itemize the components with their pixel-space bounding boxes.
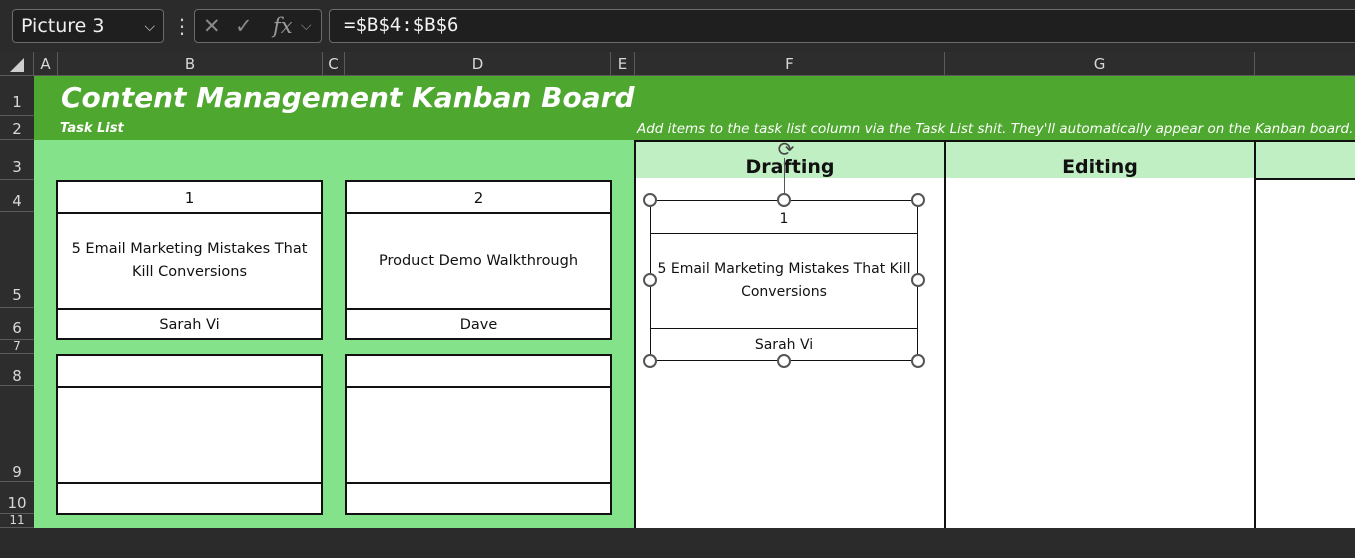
- board-column-editing-header: Editing: [944, 140, 1256, 180]
- task-owner: [58, 484, 321, 514]
- column-header-c[interactable]: C: [323, 52, 345, 76]
- selected-picture[interactable]: 1 5 Email Marketing Mistakes That Kill C…: [650, 200, 918, 361]
- cancel-icon[interactable]: ✕: [203, 14, 221, 38]
- more-options-icon[interactable]: ⋮: [172, 12, 192, 40]
- row-header-7[interactable]: 7: [0, 340, 34, 354]
- insert-function-icon[interactable]: fx: [273, 14, 293, 38]
- task-owner: Dave: [459, 317, 498, 333]
- column-header-e[interactable]: E: [611, 52, 635, 76]
- enter-icon[interactable]: ✓: [235, 14, 253, 38]
- resize-handle-top-left[interactable]: [643, 193, 657, 207]
- formula-controls: ✕ ✓ fx ⌵: [194, 9, 322, 43]
- resize-handle-left[interactable]: [643, 273, 657, 287]
- task-title: Product Demo Walkthrough: [347, 214, 610, 310]
- sheet-title: Content Management Kanban Board: [61, 81, 635, 114]
- row-header-8[interactable]: 8: [0, 354, 34, 386]
- row-header-5[interactable]: 5: [0, 212, 34, 308]
- board-column-next-header: [1254, 140, 1355, 180]
- instructions-note: Add items to the task list column via th…: [637, 121, 1354, 137]
- chevron-down-icon[interactable]: ⌵: [301, 18, 312, 34]
- column-header-d[interactable]: D: [345, 52, 611, 76]
- task-list-label: Task List: [60, 121, 124, 136]
- column-header-b[interactable]: B: [58, 52, 323, 76]
- task-card[interactable]: [56, 354, 323, 515]
- column-header-a[interactable]: A: [34, 52, 58, 76]
- task-card[interactable]: [345, 354, 612, 515]
- select-all-button[interactable]: [0, 52, 34, 76]
- row-header-6[interactable]: 6: [0, 308, 34, 340]
- column-header-g[interactable]: G: [945, 52, 1255, 76]
- resize-handle-bottom[interactable]: [777, 354, 791, 368]
- task-number: 2: [347, 182, 610, 214]
- column-header-h[interactable]: [1255, 52, 1355, 76]
- task-title: 5 Email Marketing Mistakes That Kill Con…: [58, 214, 321, 310]
- task-number: [347, 356, 610, 388]
- task-card[interactable]: 1 5 Email Marketing Mistakes That Kill C…: [56, 180, 323, 340]
- row-header-9[interactable]: 9: [0, 386, 34, 482]
- task-number: [58, 356, 321, 388]
- resize-handle-top[interactable]: [777, 193, 791, 207]
- row-header-10[interactable]: 10: [0, 482, 34, 514]
- formula-input[interactable]: =$B$4:$B$6: [329, 9, 1355, 43]
- task-owner: [347, 484, 610, 514]
- row-header-11[interactable]: 11: [0, 514, 34, 528]
- task-card[interactable]: 2 Product Demo Walkthrough Dave: [345, 180, 612, 340]
- chevron-down-icon[interactable]: ⌵: [144, 19, 155, 35]
- resize-handle-top-right[interactable]: [911, 193, 925, 207]
- picture-task-title: 5 Email Marketing Mistakes That Kill Con…: [651, 233, 917, 329]
- column-header-f[interactable]: F: [635, 52, 945, 76]
- rotate-handle-icon[interactable]: ⟳: [775, 138, 797, 160]
- row-header-4[interactable]: 4: [0, 180, 34, 212]
- row-header-3[interactable]: 3: [0, 140, 34, 180]
- task-title: [58, 388, 321, 484]
- name-box[interactable]: Picture 3 ⌵: [12, 9, 164, 43]
- row-header-2[interactable]: 2: [0, 116, 34, 140]
- task-owner: Sarah Vi: [159, 317, 220, 333]
- board-column-editing: [944, 178, 1256, 528]
- task-title: [347, 388, 610, 484]
- row-header-1[interactable]: 1: [0, 76, 34, 116]
- name-box-value: Picture 3: [21, 15, 105, 37]
- resize-handle-bottom-left[interactable]: [643, 354, 657, 368]
- resize-handle-right[interactable]: [911, 273, 925, 287]
- task-number: 1: [58, 182, 321, 214]
- resize-handle-bottom-right[interactable]: [911, 354, 925, 368]
